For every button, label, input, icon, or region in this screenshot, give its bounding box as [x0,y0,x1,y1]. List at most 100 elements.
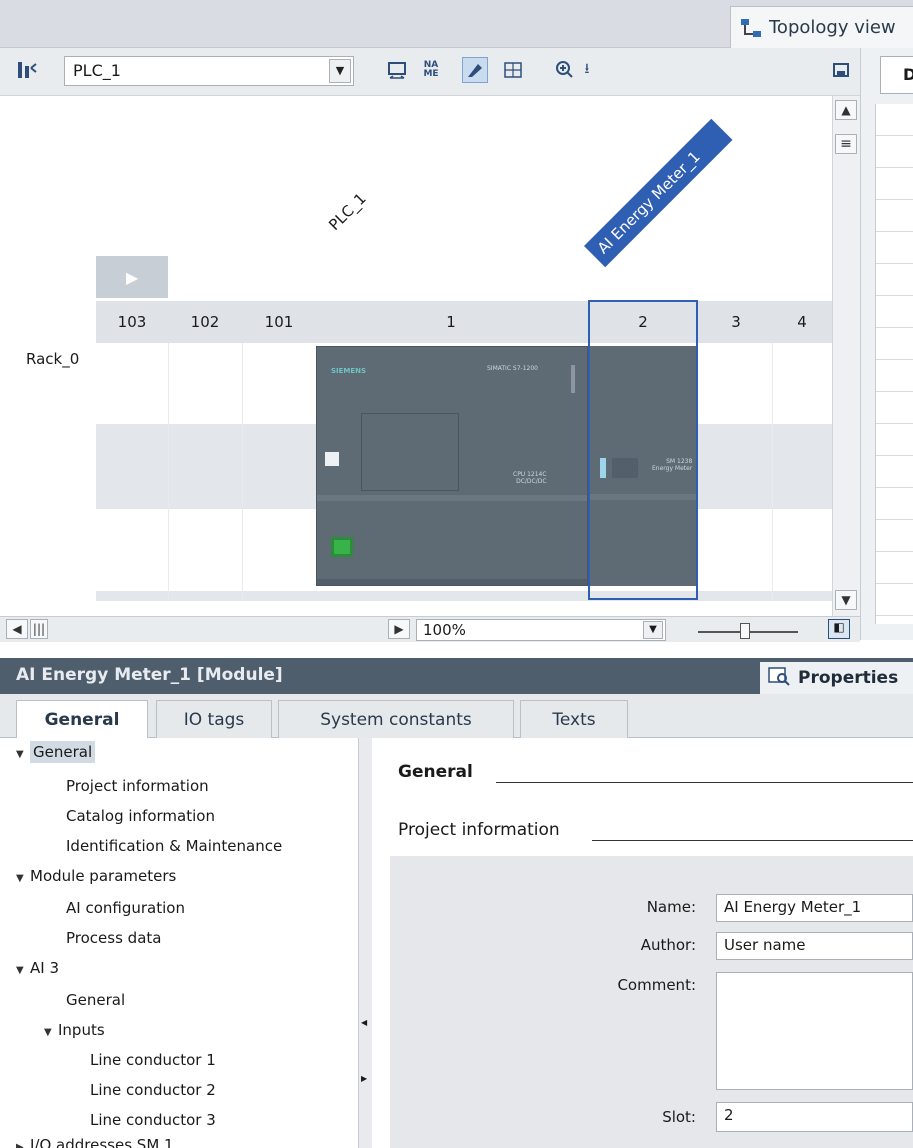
scroll-right-icon[interactable]: ▶ [388,619,410,639]
scroll-down-icon[interactable]: ▼ [835,590,857,610]
slot-3[interactable]: 3 [700,301,772,343]
tree-item-ai3-general[interactable]: General [66,986,125,1014]
tab-system-constants[interactable]: System constants [278,700,514,738]
device-select[interactable]: PLC_1 ▼ [64,56,354,86]
name-field-value: AI Energy Meter_1 [724,898,862,916]
project-information-form: Name: AI Energy Meter_1 Author: User nam… [390,856,913,1148]
tree-item-ai3[interactable]: ▼ AI 3 [16,954,59,982]
inspector-tabs: General IO tags System constants Texts [0,694,913,739]
tree-scrollbar[interactable]: ◀ ▶ [358,738,372,1148]
tab-system-constants-label: System constants [320,709,472,730]
save-icon[interactable] [828,57,854,83]
tree-item-label: Line conductor 3 [90,1111,216,1129]
tab-io-tags-label: IO tags [183,709,245,730]
cpu-series: SIMATIC S7-1200 [487,365,538,372]
tree-item-label: I/O addresses SM 1... [30,1136,188,1148]
sm-model: SM 1238 Energy Meter [652,458,693,472]
tree-item-project-information[interactable]: Project information [66,772,209,800]
tab-texts-label: Texts [552,709,596,730]
tree-item-inputs[interactable]: ▼ Inputs [44,1016,105,1044]
tree-item-line-conductor-2[interactable]: Line conductor 2 [90,1076,216,1104]
tree-scroll-right-icon[interactable]: ▶ [361,1074,367,1083]
tree-item-catalog-information[interactable]: Catalog information [66,802,215,830]
navigation-tree: ▼ General Project information Catalog inf… [0,738,358,1148]
tree-item-line-conductor-3[interactable]: Line conductor 3 [90,1106,216,1134]
overview-icon[interactable]: ◧ [828,619,850,639]
section-general-title: General [398,762,473,782]
expand-arrow-icon[interactable]: ▼ [16,957,30,985]
tree-item-line-conductor-1[interactable]: Line conductor 1 [90,1046,216,1074]
properties-tab[interactable]: Properties [760,662,913,694]
grid-icon[interactable] [500,57,526,83]
author-field[interactable]: User name [716,932,913,960]
tree-item-label: AI 3 [30,959,59,977]
cpu-brand: SIEMENS [331,367,367,375]
tab-io-tags[interactable]: IO tags [156,700,272,738]
expand-arrow-icon[interactable]: ▼ [16,741,30,769]
tree-item-module-parameters[interactable]: ▼ Module parameters [16,862,176,890]
device-canvas: PLC_1 AI Energy Meter_1 ▶ 103 102 101 1 … [0,96,832,616]
tab-texts[interactable]: Texts [520,700,628,738]
device-overview-tab[interactable]: D [880,56,913,94]
slot-103[interactable]: 103 [96,301,168,343]
expand-button[interactable]: ▶ [96,256,168,298]
comment-label: Comment: [617,976,696,994]
cpu-module[interactable]: SIEMENS SIMATIC S7-1200 CPU 1214C DC/DC/… [316,346,588,586]
scroll-left-icon[interactable]: ◀ [6,619,28,639]
slot-101[interactable]: 101 [242,301,316,343]
dropdown-icon[interactable]: ▼ [329,59,351,83]
device-overview-table [875,104,913,624]
cpu-model: CPU 1214C DC/DC/DC [513,471,547,485]
topology-icon [739,17,763,39]
zoom-dropdown-icon[interactable]: ▼ [643,621,663,639]
tree-item-general[interactable]: ▼ General [16,738,96,769]
pencil-icon[interactable] [462,57,488,83]
slot-label: Slot: [662,1108,696,1126]
tree-scroll-left-icon[interactable]: ◀ [361,1018,367,1027]
tree-item-label: General [66,991,126,1009]
name-label: Name: [646,898,696,916]
expand-arrow-icon[interactable]: ▼ [16,865,30,893]
tree-item-identification-maintenance[interactable]: Identification & Maintenance [66,832,282,860]
scroll-thumb[interactable]: ≡ [835,134,857,154]
module-connector [612,458,638,478]
tree-item-label: AI configuration [66,899,185,917]
author-field-value: User name [724,936,806,954]
name-field[interactable]: AI Energy Meter_1 [716,894,913,922]
device-select-value: PLC_1 [73,61,121,80]
device-name-icon[interactable]: NA ME [418,57,444,83]
scroll-up-icon[interactable]: ▲ [835,100,857,120]
slot-field[interactable]: 2 [716,1102,913,1132]
slot-field-value: 2 [724,1106,734,1124]
tree-item-label: Process data [66,929,162,947]
canvas-vertical-scrollbar[interactable]: ▲ ≡ ▼ [832,96,860,616]
collapse-arrow-icon[interactable]: ▶ [16,1137,30,1148]
tree-item-process-data[interactable]: Process data [66,924,161,952]
slot-1[interactable]: 1 [316,301,586,343]
slot-102[interactable]: 102 [168,301,242,343]
module-label-highlight: AI Energy Meter_1 [584,118,733,268]
section-divider [496,782,913,783]
tab-general[interactable]: General [16,700,148,739]
slot-4[interactable]: 4 [772,301,832,343]
tree-item-label: Line conductor 1 [90,1051,216,1069]
zoom-slider-thumb[interactable] [740,623,750,639]
network-icon[interactable] [14,57,40,83]
topology-view-tab[interactable]: Topology view [730,6,913,48]
cpu-door [361,413,459,491]
rack-label: Rack_0 [26,350,80,368]
rack-row-foot [96,591,832,601]
swap-icon[interactable] [384,57,410,83]
expand-arrow-icon[interactable]: ▼ [44,1019,58,1047]
zoom-dropdown-icon[interactable]: ⭳ [574,57,600,83]
comment-field[interactable] [716,972,913,1090]
tree-item-label: Identification & Maintenance [66,837,283,855]
tree-item-ai-configuration[interactable]: AI configuration [66,894,185,922]
tree-item-io-addresses[interactable]: ▶ I/O addresses SM 1... [16,1134,188,1148]
horizontal-scroll-thumb[interactable]: ||| [30,619,48,639]
col-sep [168,343,169,601]
energy-meter-module[interactable]: SM 1238 Energy Meter [590,346,696,586]
cpu-bottom [317,579,587,585]
zoom-select[interactable]: 100% ▼ [416,619,666,641]
plc-label: PLC_1 [325,189,370,234]
